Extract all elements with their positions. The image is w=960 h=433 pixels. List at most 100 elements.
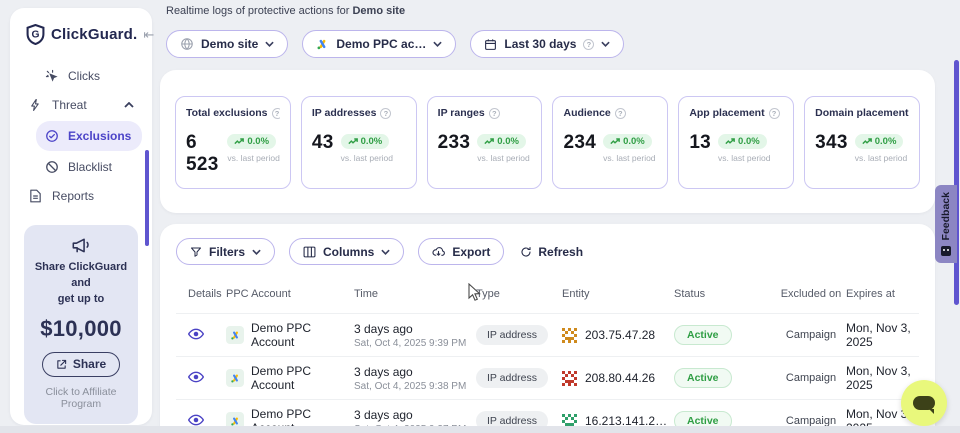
stat-value: 343 — [815, 132, 848, 154]
affiliate-promo-card[interactable]: Share ClickGuard and get up to $10,000 S… — [24, 225, 138, 424]
columns-dropdown[interactable]: Columns — [289, 238, 404, 265]
help-icon[interactable]: ? — [380, 108, 391, 119]
columns-icon — [303, 246, 316, 258]
sidebar-item-clicks[interactable]: Clicks — [36, 63, 142, 89]
help-icon: ? — [583, 39, 594, 50]
calendar-icon — [484, 38, 497, 51]
google-ads-icon — [226, 326, 244, 344]
stat-period: vs. last period — [603, 153, 655, 163]
logs-table-panel: Filters Columns Export Refresh Details P… — [160, 224, 935, 433]
view-details-button[interactable] — [188, 414, 204, 426]
export-button[interactable]: Export — [418, 238, 504, 265]
trend-up-icon — [862, 138, 872, 145]
sidebar-item-exclusions[interactable]: Exclusions — [36, 121, 142, 151]
trend-up-icon — [725, 138, 735, 145]
document-icon — [28, 189, 43, 204]
stat-label: Audience — [563, 107, 610, 119]
megaphone-icon — [32, 237, 130, 254]
chat-launcher-button[interactable] — [901, 380, 947, 426]
stat-delta-badge: 0.0% — [227, 134, 276, 149]
chevron-up-icon — [124, 102, 134, 108]
account-filter-value: Demo PPC ac… — [336, 37, 426, 51]
stat-card-ip-ranges: IP ranges? 233 0.0% vs. last period — [427, 96, 543, 189]
stat-delta-badge: 0.0% — [718, 134, 767, 149]
refresh-button[interactable]: Refresh — [520, 245, 583, 259]
sidebar-item-label: Exclusions — [68, 129, 131, 143]
logo-text: ClickGuard. — [51, 26, 137, 43]
filters-label: Filters — [209, 245, 245, 259]
sidebar-collapse-icon[interactable]: ⇤ — [143, 27, 154, 43]
clickguard-shield-icon: G — [26, 24, 45, 45]
stat-label: Domain placement — [815, 107, 908, 119]
filter-bar: Demo site Demo PPC ac… Last 30 days ? — [160, 30, 935, 58]
site-filter-dropdown[interactable]: Demo site — [166, 30, 288, 58]
col-entity[interactable]: Entity — [562, 288, 674, 300]
export-label: Export — [452, 245, 490, 259]
col-type[interactable]: Type — [476, 288, 562, 300]
expires-at-value: Mon, Nov 3, 2025 — [846, 321, 919, 349]
sidebar-item-reports[interactable]: Reports — [20, 183, 142, 209]
stat-period: vs. last period — [477, 153, 529, 163]
subtitle-site-name: Demo site — [352, 5, 405, 17]
time-absolute: Sat, Oct 4, 2025 9:38 PM — [354, 381, 476, 392]
status-badge: Active — [674, 368, 732, 388]
excluded-on-value: Campaign — [776, 329, 846, 341]
page-scrollbar[interactable] — [954, 60, 959, 305]
feedback-tab[interactable]: Feedback — [935, 185, 957, 263]
google-ads-icon — [316, 38, 329, 51]
filters-dropdown[interactable]: Filters — [176, 238, 275, 265]
time-relative: 3 days ago — [354, 322, 476, 336]
sidebar-scrollbar[interactable] — [145, 150, 149, 246]
ppc-account-name: Demo PPC Account — [251, 364, 354, 392]
chevron-down-icon — [265, 41, 274, 47]
refresh-icon — [520, 246, 532, 258]
chevron-down-icon — [252, 249, 261, 255]
eye-icon — [188, 371, 204, 383]
stat-period: vs. last period — [227, 153, 279, 163]
stat-value: 233 — [438, 132, 471, 154]
entity-value: 208.80.44.26 — [585, 371, 655, 385]
col-expires-at[interactable]: Expires at — [846, 288, 919, 300]
stat-card-ip-addresses: IP addresses? 43 0.0% vs. last period — [301, 96, 417, 189]
account-filter-dropdown[interactable]: Demo PPC ac… — [302, 30, 456, 58]
viewport-bottom-strip — [0, 426, 960, 433]
entity-value: 203.75.47.28 — [585, 328, 655, 342]
ip-identicon — [562, 371, 577, 386]
ban-icon — [44, 160, 59, 175]
ip-identicon — [562, 328, 577, 343]
chat-bubble-icon — [913, 396, 935, 410]
col-details[interactable]: Details — [176, 288, 226, 300]
stat-label: IP addresses — [312, 107, 377, 119]
col-excluded-on[interactable]: Excluded on — [776, 287, 846, 301]
smiley-icon — [941, 246, 951, 256]
table-header: Details PPC Account Time Type Entity Sta… — [176, 287, 919, 314]
date-range-dropdown[interactable]: Last 30 days ? — [470, 30, 624, 58]
help-icon[interactable]: ? — [272, 108, 280, 119]
promo-text: get up to — [32, 292, 130, 308]
sidebar-item-blacklist[interactable]: Blacklist — [36, 154, 142, 180]
share-button[interactable]: Share — [42, 352, 120, 377]
ppc-account-name: Demo PPC Account — [251, 321, 354, 349]
chevron-down-icon — [381, 249, 390, 255]
stat-delta-badge: 0.0% — [341, 134, 390, 149]
sidebar: G ClickGuard. ⇤ Clicks Threat Exclusions — [10, 8, 152, 425]
view-details-button[interactable] — [188, 371, 204, 383]
sidebar-item-threat[interactable]: Threat — [20, 92, 142, 118]
stat-delta-badge: 0.0% — [603, 134, 652, 149]
stat-card-audience: Audience? 234 0.0% vs. last period — [552, 96, 668, 189]
col-time[interactable]: Time — [354, 288, 476, 300]
col-status[interactable]: Status — [674, 288, 776, 300]
logo: G ClickGuard. ⇤ — [10, 8, 152, 55]
promo-amount: $10,000 — [32, 316, 130, 342]
trend-up-icon — [484, 138, 494, 145]
external-link-icon — [56, 359, 67, 370]
help-icon[interactable]: ? — [489, 108, 500, 119]
col-ppc-account[interactable]: PPC Account — [226, 288, 354, 300]
help-icon[interactable]: ? — [615, 108, 626, 119]
time-absolute: Sat, Oct 4, 2025 9:39 PM — [354, 338, 476, 349]
help-icon[interactable]: ? — [769, 108, 780, 119]
check-circle-icon — [44, 129, 59, 144]
trend-up-icon — [610, 138, 620, 145]
svg-text:G: G — [32, 30, 40, 41]
view-details-button[interactable] — [188, 328, 204, 340]
